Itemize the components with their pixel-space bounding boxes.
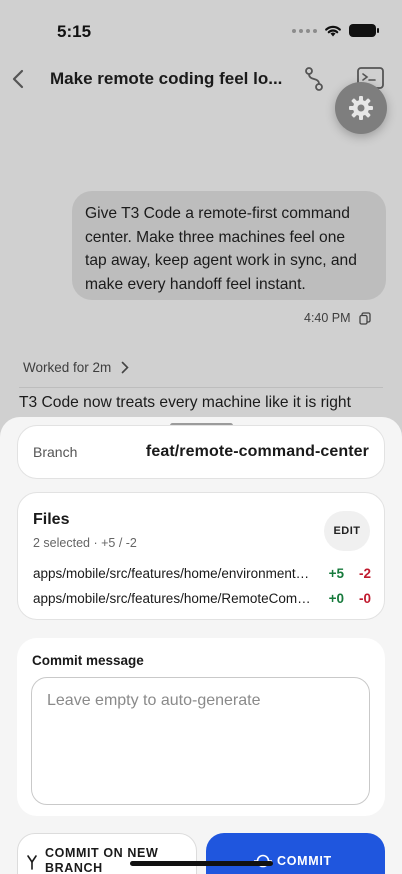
message-line: tap away, keep agent work in sync, and — [85, 252, 357, 269]
message-line: Give T3 Code a remote-first command — [85, 205, 350, 222]
commit-message-title: Commit message — [32, 653, 144, 668]
file-path: apps/mobile/src/features/home/environmen… — [33, 566, 311, 581]
file-additions: +0 — [328, 591, 344, 606]
cellular-signal-icon — [292, 28, 317, 33]
file-row[interactable]: apps/mobile/src/features/home/environmen… — [33, 566, 371, 586]
message-line: make every handoff feel instant. — [85, 275, 306, 293]
wifi-icon — [325, 25, 341, 37]
worked-label: Worked for 2m — [23, 360, 112, 375]
gear-icon — [349, 96, 373, 120]
back-chevron-icon[interactable] — [8, 64, 30, 94]
chevron-right-icon — [121, 361, 129, 374]
file-path: apps/mobile/src/features/home/RemoteComm… — [33, 591, 311, 606]
battery-icon — [349, 24, 379, 37]
file-deletions: -2 — [358, 566, 371, 581]
settings-button[interactable] — [335, 82, 387, 134]
git-branch-icon[interactable] — [302, 65, 326, 93]
status-bar: 5:15 — [0, 0, 402, 60]
file-additions: +5 — [328, 566, 344, 581]
status-time: 5:15 — [57, 22, 92, 41]
edit-files-button[interactable]: EDIT — [324, 511, 370, 551]
copy-icon[interactable] — [358, 311, 371, 325]
message-line: center. Make three machines feel one — [85, 228, 346, 246]
divider — [19, 387, 383, 388]
user-message-bubble: Give T3 Code a remote-first command cent… — [72, 191, 386, 300]
commit-button[interactable]: COMMIT — [206, 833, 385, 874]
files-card: Files 2 selected · +5 / -2 EDIT apps/mob… — [17, 492, 385, 620]
commit-message-card: Commit message — [17, 638, 385, 816]
commit-message-input[interactable] — [31, 677, 370, 805]
status-icons — [292, 24, 379, 37]
branch-name: feat/remote-command-center — [145, 443, 369, 460]
home-indicator — [130, 861, 273, 866]
file-deletions: -0 — [358, 591, 371, 606]
message-meta: 4:40 PM — [304, 311, 371, 325]
git-fork-icon — [27, 855, 37, 870]
commit-on-new-branch-button[interactable]: COMMIT ON NEW BRANCH — [17, 833, 197, 874]
assistant-message-preview: T3 Code now treats every machine like it… — [19, 394, 351, 411]
file-row[interactable]: apps/mobile/src/features/home/RemoteComm… — [33, 591, 371, 611]
commit-sheet: Branch feat/remote-command-center Files … — [0, 417, 402, 874]
branch-card: Branch feat/remote-command-center — [17, 425, 385, 479]
message-timestamp: 4:40 PM — [304, 311, 351, 325]
files-summary: 2 selected · +5 / -2 — [33, 536, 137, 550]
branch-label: Branch — [33, 444, 78, 460]
worked-duration-toggle[interactable]: Worked for 2m — [23, 360, 129, 375]
files-title: Files — [33, 511, 70, 528]
new-branch-label: COMMIT ON NEW BRANCH — [45, 846, 159, 874]
commit-label: COMMIT — [277, 854, 332, 868]
thread-title: Make remote coding feel lo... — [50, 69, 283, 88]
